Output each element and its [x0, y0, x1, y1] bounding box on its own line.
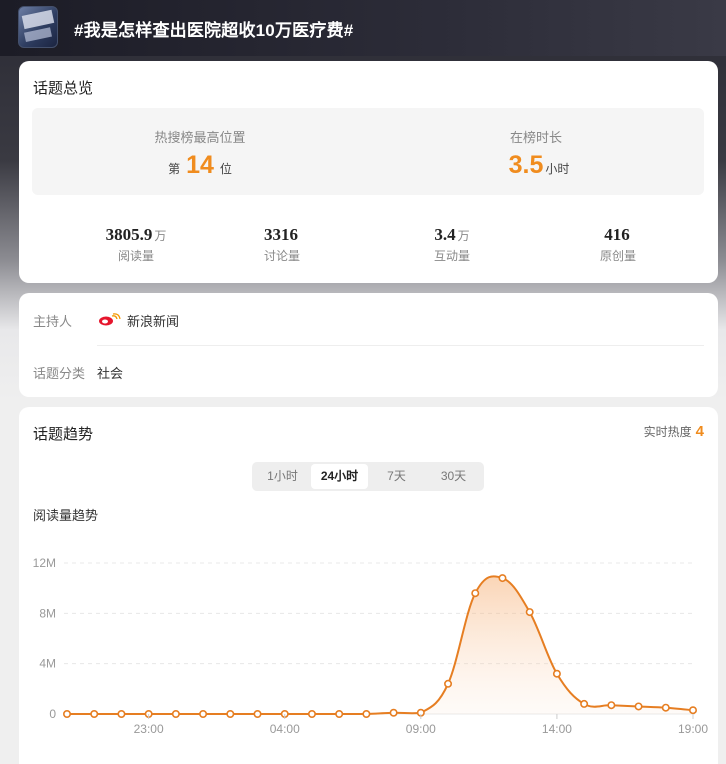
tab-7-days[interactable]: 7天 — [368, 464, 425, 489]
stat-unit: 万 — [457, 229, 470, 243]
stat-value: 3316 — [264, 225, 298, 244]
data-point[interactable] — [688, 706, 697, 715]
y-tick-label: 8M — [39, 606, 56, 620]
highest-rank-label: 热搜榜最高位置 — [154, 130, 246, 145]
stat-label: 互动量 — [433, 249, 470, 263]
host-label: 主持人 — [33, 313, 73, 329]
x-tick-label: 09:00 — [406, 722, 436, 736]
data-point[interactable] — [335, 710, 344, 719]
heat-value: 4 — [695, 423, 704, 440]
overview-title: 话题总览 — [33, 80, 94, 97]
trend-title: 话题趋势 — [33, 426, 94, 443]
stat-value: 416 — [604, 225, 630, 244]
duration-value: 3.5 — [508, 151, 544, 179]
stat-reads: 3805.9 万 阅读量 — [56, 225, 216, 264]
host-name[interactable]: 新浪新闻 — [127, 311, 179, 330]
data-point[interactable] — [362, 710, 371, 719]
trend-card: 话题趋势 实时热度 4 1小时 24小时 7天 30天 阅读量趋势 0 4M 8M 1… — [19, 407, 718, 764]
data-point[interactable] — [90, 710, 99, 719]
rank-prefix: 第 — [168, 162, 181, 176]
data-point[interactable] — [62, 710, 71, 719]
rank-suffix: 位 — [219, 162, 232, 176]
stat-label: 原创量 — [599, 249, 636, 263]
series-area — [67, 576, 693, 714]
data-point[interactable] — [471, 589, 480, 598]
topic-thumbnail — [18, 6, 58, 48]
time-range-tabs: 1小时 24小时 7天 30天 — [252, 462, 484, 491]
topic-title: #我是怎样查出医院超收10万医疗费# — [74, 21, 354, 40]
rank-summary: 热搜榜最高位置 第 14 位 在榜时长 3.5 小时 — [32, 108, 704, 195]
sina-logo-icon — [99, 313, 121, 326]
tab-30-days[interactable]: 30天 — [425, 464, 482, 489]
info-divider — [97, 345, 704, 346]
chart-subtitle: 阅读量趋势 — [33, 508, 99, 523]
x-tick-label: 14:00 — [542, 722, 572, 736]
highest-rank: 热搜榜最高位置 第 14 位 — [32, 108, 368, 195]
stat-originals: 416 原创量 — [538, 225, 698, 264]
duration-label: 在榜时长 — [509, 130, 562, 145]
data-point[interactable] — [552, 669, 561, 678]
rank-value: 14 — [186, 151, 214, 179]
data-point[interactable] — [525, 608, 534, 617]
heat-label: 实时热度 — [643, 425, 692, 439]
tab-1-hour[interactable]: 1小时 — [254, 464, 311, 489]
x-tick-label: 19:00 — [678, 722, 708, 736]
data-point[interactable] — [199, 710, 208, 719]
data-point[interactable] — [117, 710, 126, 719]
data-point[interactable] — [444, 679, 453, 688]
stat-discussions: 3316 讨论量 — [202, 225, 362, 264]
stat-interactions: 3.4 万 互动量 — [372, 225, 532, 264]
data-point[interactable] — [661, 703, 670, 712]
data-point[interactable] — [580, 699, 589, 708]
category-row: 话题分类 社会 — [33, 362, 123, 382]
data-point[interactable] — [607, 701, 616, 710]
y-tick-label: 4M — [39, 657, 56, 671]
category-value: 社会 — [97, 365, 124, 381]
series-line — [67, 575, 694, 715]
topic-info-card: 主持人 新浪新闻 话题分类 社会 — [19, 293, 718, 397]
stat-value: 3.4 — [434, 225, 456, 244]
stat-label: 阅读量 — [117, 249, 154, 263]
duration-suffix: 小时 — [545, 162, 570, 176]
category-label: 话题分类 — [33, 365, 86, 381]
tab-24-hours[interactable]: 24小时 — [311, 464, 368, 489]
stat-unit: 万 — [154, 229, 167, 243]
stat-label: 讨论量 — [263, 249, 300, 263]
stat-value: 3805.9 — [105, 225, 153, 244]
data-point[interactable] — [171, 710, 180, 719]
topic-header: #我是怎样查出医院超收10万医疗费# — [0, 0, 726, 56]
data-point[interactable] — [498, 574, 507, 583]
on-list-duration: 在榜时长 3.5 小时 — [368, 108, 704, 195]
x-tick-label: 04:00 — [270, 722, 300, 736]
y-tick-label: 12M — [33, 556, 56, 570]
read-trend-svg: 0 4M 8M 12M 23:00 04:00 09:00 14:00 19:00 — [33, 556, 709, 736]
data-point[interactable] — [634, 702, 643, 711]
x-tick-label: 23:00 — [134, 722, 164, 736]
y-tick-label: 0 — [49, 707, 56, 721]
host-row: 主持人 新浪新闻 — [33, 310, 179, 330]
data-point[interactable] — [226, 710, 235, 719]
overview-card: 话题总览 热搜榜最高位置 第 14 位 在榜时长 3.5 小时 3805.9 万 … — [19, 61, 718, 283]
data-point[interactable] — [389, 708, 398, 717]
read-trend-chart: 0 4M 8M 12M 23:00 04:00 09:00 14:00 19:00 — [19, 547, 718, 764]
data-point[interactable] — [307, 710, 316, 719]
realtime-heat: 实时热度 4 — [644, 423, 704, 440]
data-point[interactable] — [253, 710, 262, 719]
